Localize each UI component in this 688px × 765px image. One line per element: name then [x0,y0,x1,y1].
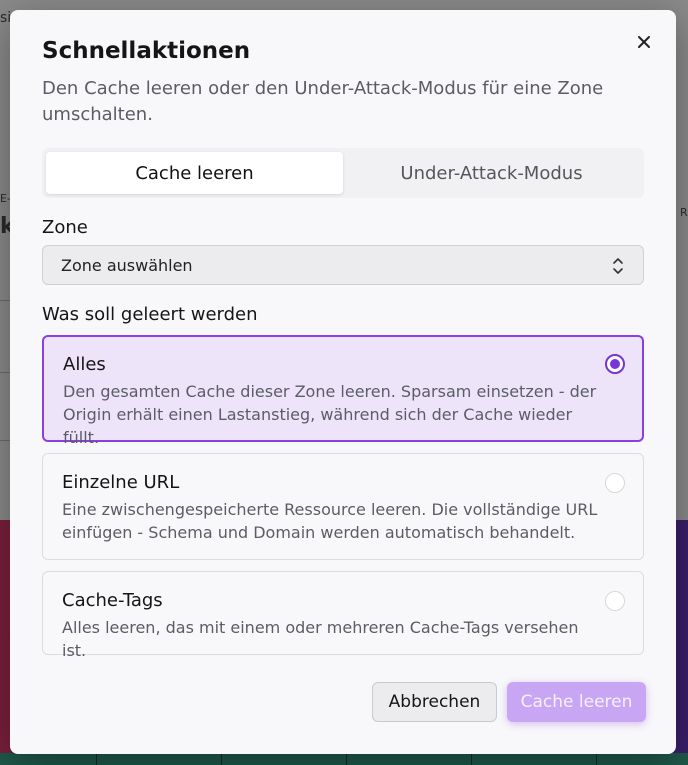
quick-actions-dialog: Schnellaktionen Den Cache leeren oder de… [10,10,676,754]
purge-option-einzelne-url[interactable]: Einzelne URL Eine zwischengespeicherte R… [42,453,644,560]
option-title: Einzelne URL [62,472,180,493]
radio-unselected[interactable] [605,473,625,493]
purge-type-label: Was soll geleert werden [42,304,258,325]
background-strip [0,753,688,765]
purge-option-cache-tags[interactable]: Cache-Tags Alles leeren, das mit einem o… [42,571,644,660]
dialog-title: Schnellaktionen [42,38,251,64]
chevron-up-down-icon [613,258,623,274]
tab-under-attack-modus[interactable]: Under-Attack-Modus [343,152,640,194]
option-description: Alles leeren, das mit einem oder mehrere… [62,618,579,660]
option-title: Alles [63,354,106,375]
zone-select[interactable]: Zone auswählen [42,245,644,285]
dialog-subtitle: Den Cache leeren oder den Under-Attack-M… [42,78,604,125]
radio-selected[interactable] [605,354,625,374]
tab-cache-leeren[interactable]: Cache leeren [46,152,343,194]
close-icon[interactable] [632,30,656,54]
zone-label: Zone [42,217,88,238]
radio-unselected[interactable] [605,591,625,611]
background-text-fragment: R [680,206,688,219]
zone-select-value: Zone auswählen [61,255,193,275]
purge-cache-button[interactable]: Cache leeren [507,682,646,722]
option-description: Den gesamten Cache dieser Zone leeren. S… [63,382,597,447]
purge-option-alles[interactable]: Alles Den gesamten Cache dieser Zone lee… [42,335,644,447]
cancel-button[interactable]: Abbrechen [372,682,497,722]
option-description: Eine zwischengespeicherte Ressource leer… [62,500,598,542]
option-title: Cache-Tags [62,590,163,611]
action-tabs: Cache leeren Under-Attack-Modus [42,148,644,198]
